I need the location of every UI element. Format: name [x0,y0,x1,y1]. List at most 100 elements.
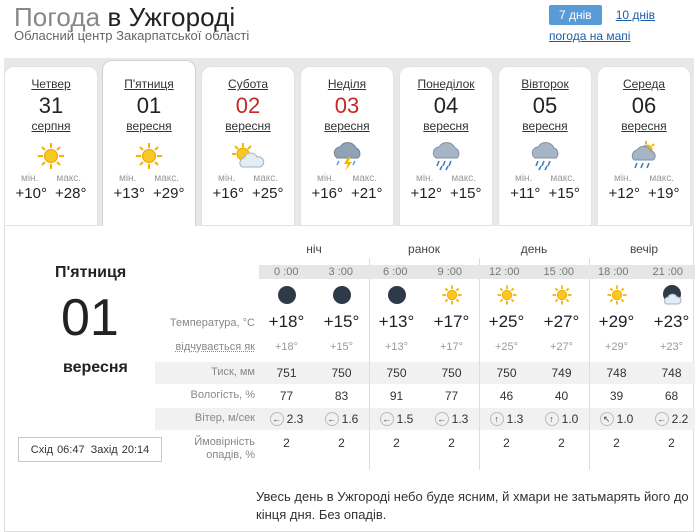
feels-cell: +17° [439,341,464,353]
moon-icon [259,284,314,311]
period-morning: ранок [408,242,440,256]
feels-cell: +25° [494,341,519,353]
precip-label-line1: Ймовірність [194,436,255,448]
temp-cell: +23° [653,312,690,331]
min-temp: +12° [410,185,442,202]
day-month: вересня [324,119,370,133]
min-label: мін. [217,173,236,184]
feels-cell: +18° [274,341,299,353]
day-month: вересня [126,119,172,133]
precip-row: Ймовірність опадів, % 2 2 2 2 2 2 2 2 [155,436,699,462]
humidity-cell: 91 [389,389,404,403]
precip-cell: 2 [558,436,565,450]
max-label: макс. [550,173,576,184]
wind-direction-icon: ← [654,412,669,426]
max-label: макс. [154,173,180,184]
pressure-label: Тиск, мм [211,366,255,378]
humidity-label: Вологість, % [190,389,256,401]
temp-cell: +15° [323,312,360,331]
day-number: 06 [631,93,657,118]
max-temp: +15° [450,185,482,202]
day-name[interactable]: Понеділок [400,77,492,91]
day-name[interactable]: Четвер [5,77,97,91]
temp-cell: +17° [433,312,470,331]
min-label: мін. [118,173,137,184]
sun-cloud-icon [202,139,294,173]
wind-cell: ← 2.3 [259,412,314,426]
day-card[interactable]: Понеділок 04 вересня мін. макс. +12° +15° [399,66,493,226]
day-name[interactable]: Субота [202,77,294,91]
humidity-cell: 77 [444,389,459,403]
page-subtitle: Обласний центр Закарпатської області [14,28,250,43]
day-card[interactable]: Середа 06 вересня мін. макс. +12° +19° [597,66,691,226]
wind-speed: 1.0 [616,412,634,426]
wind-speed: 2.2 [671,412,689,426]
wind-cell: ↑ 1.3 [479,412,534,426]
sunset-time: 20:14 [121,443,150,456]
feels-row: відчувається як +18° +15° +13° +17° +25°… [155,341,699,353]
tab-10-days[interactable]: 10 днів [616,8,655,22]
day-number: 02 [235,93,261,118]
time-cell: 15 :00 [531,265,586,279]
day-card[interactable]: Вівторок 05 вересня мін. макс. +11° +15° [498,66,592,226]
range-tabs: 7 днів 10 днів [549,5,655,25]
sunrise-sunset: Схід 06:47 Захід 20:14 [18,437,162,462]
min-label: мін. [613,173,632,184]
precip-cell: 2 [668,436,675,450]
humidity-row: Вологість, % 77 83 91 77 46 40 39 68 [155,389,699,403]
day-month: вересня [621,119,667,133]
humidity-cell: 46 [499,389,514,403]
day-card[interactable]: Четвер 31 серпня мін. макс. +10° +28° [4,66,98,226]
pressure-cell: 748 [661,366,682,380]
min-temp: +10° [15,185,47,202]
day-number: 04 [433,93,459,118]
min-label: мін. [20,173,39,184]
moon-icon [369,284,424,311]
min-temp: +16° [212,185,244,202]
temp-cell: +18° [268,312,305,331]
day-card[interactable]: Субота 02 вересня мін. макс. +16° +25° [201,66,295,226]
time-bar: 0 :00 3 :00 6 :00 9 :00 12 :00 15 :00 18… [259,265,695,279]
pressure-cell: 750 [496,366,517,380]
time-cell: 0 :00 [259,265,314,279]
max-temp: +19° [648,185,680,202]
min-temp: +16° [311,185,343,202]
wind-cell: ← 1.5 [369,412,424,426]
day-month: серпня [31,119,71,133]
feels-cell: +15° [329,341,354,353]
tab-7-days[interactable]: 7 днів [549,5,602,25]
precip-cell: 2 [283,436,290,450]
sun-icon [424,284,479,311]
day-card[interactable]: Неділя 03 вересня мін. макс. +16° +21° [300,66,394,226]
day-name[interactable]: Середа [598,77,690,91]
pressure-cell: 750 [386,366,407,380]
detail-day-name: П'ятниця [55,264,127,281]
day-name[interactable]: Неділя [301,77,393,91]
day-name[interactable]: П'ятниця [103,77,195,91]
day-description: Увесь день в Ужгороді небо буде ясним, й… [256,489,689,522]
wind-cell: ← 2.2 [644,412,699,426]
feels-cell: +13° [384,341,409,353]
temp-cell: +29° [598,312,635,331]
pressure-cell: 750 [331,366,352,380]
thunderstorm-icon [301,139,393,173]
max-label: макс. [649,173,675,184]
sun-icon [589,284,644,311]
day-name[interactable]: Вівторок [499,77,591,91]
max-temp: +25° [252,185,284,202]
max-label: макс. [253,173,279,184]
day-card-selected[interactable]: П'ятниця 01 вересня мін. макс. +13° +29° [102,60,196,228]
humidity-cell: 40 [554,389,569,403]
sunrise-time: 06:47 [57,443,85,456]
precip-label: Ймовірність опадів, % [155,436,259,462]
temp-cell: +13° [378,312,415,331]
max-label: макс. [56,173,82,184]
temp-cell: +27° [543,312,580,331]
wind-direction-icon: ← [379,412,394,426]
max-label: макс. [352,173,378,184]
precip-cell: 2 [338,436,345,450]
wind-direction-icon: ↖ [599,412,614,426]
feels-label: відчувається як [175,341,255,353]
min-temp: +13° [113,185,145,202]
map-link[interactable]: погода на мапі [549,29,630,43]
